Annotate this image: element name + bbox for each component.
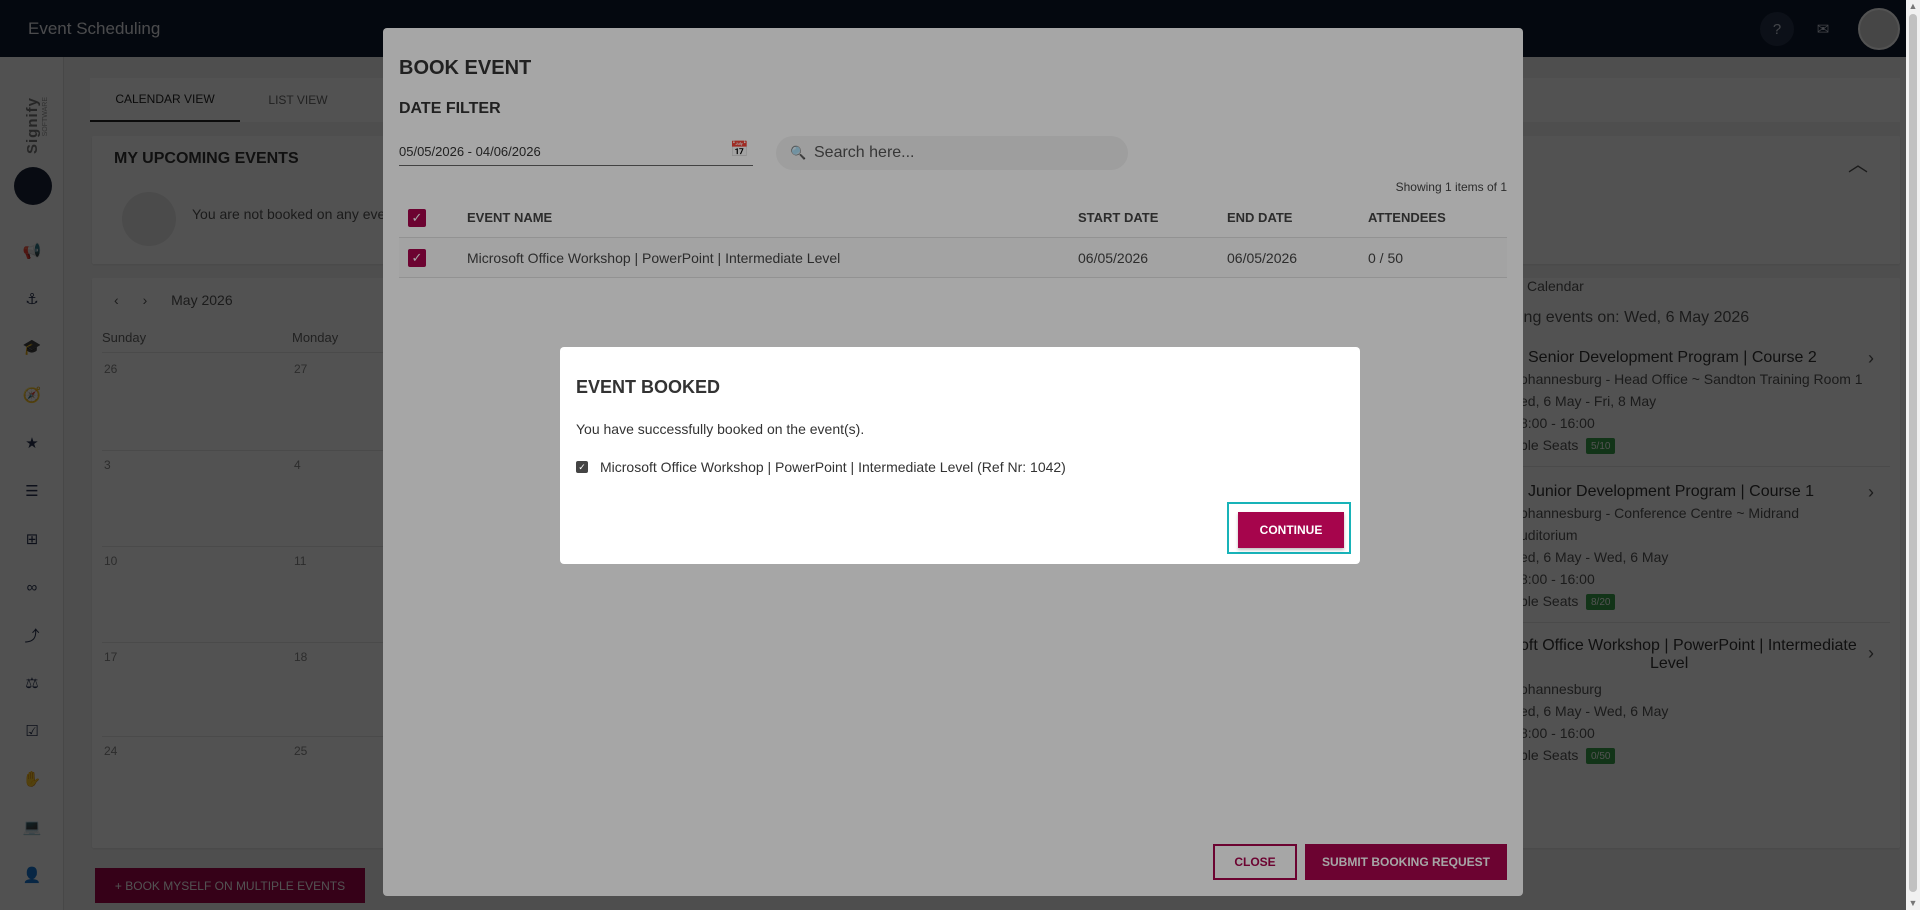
scroll-down-icon[interactable]: ▼ bbox=[1908, 898, 1918, 908]
continue-button[interactable]: CONTINUE bbox=[1238, 512, 1344, 548]
dialog-title: EVENT BOOKED bbox=[576, 377, 721, 397]
scroll-up-icon[interactable]: ▲ bbox=[1908, 1, 1918, 11]
event-booked-dialog: EVENT BOOKED You have successfully booke… bbox=[560, 347, 1360, 564]
scrollbar-thumb[interactable] bbox=[1909, 14, 1917, 892]
booked-item-label: Microsoft Office Workshop | PowerPoint |… bbox=[600, 459, 1066, 475]
dialog-message: You have successfully booked on the even… bbox=[576, 421, 865, 437]
booked-item: ✓ Microsoft Office Workshop | PowerPoint… bbox=[576, 459, 1066, 475]
checkbox-checked-icon: ✓ bbox=[576, 461, 588, 473]
